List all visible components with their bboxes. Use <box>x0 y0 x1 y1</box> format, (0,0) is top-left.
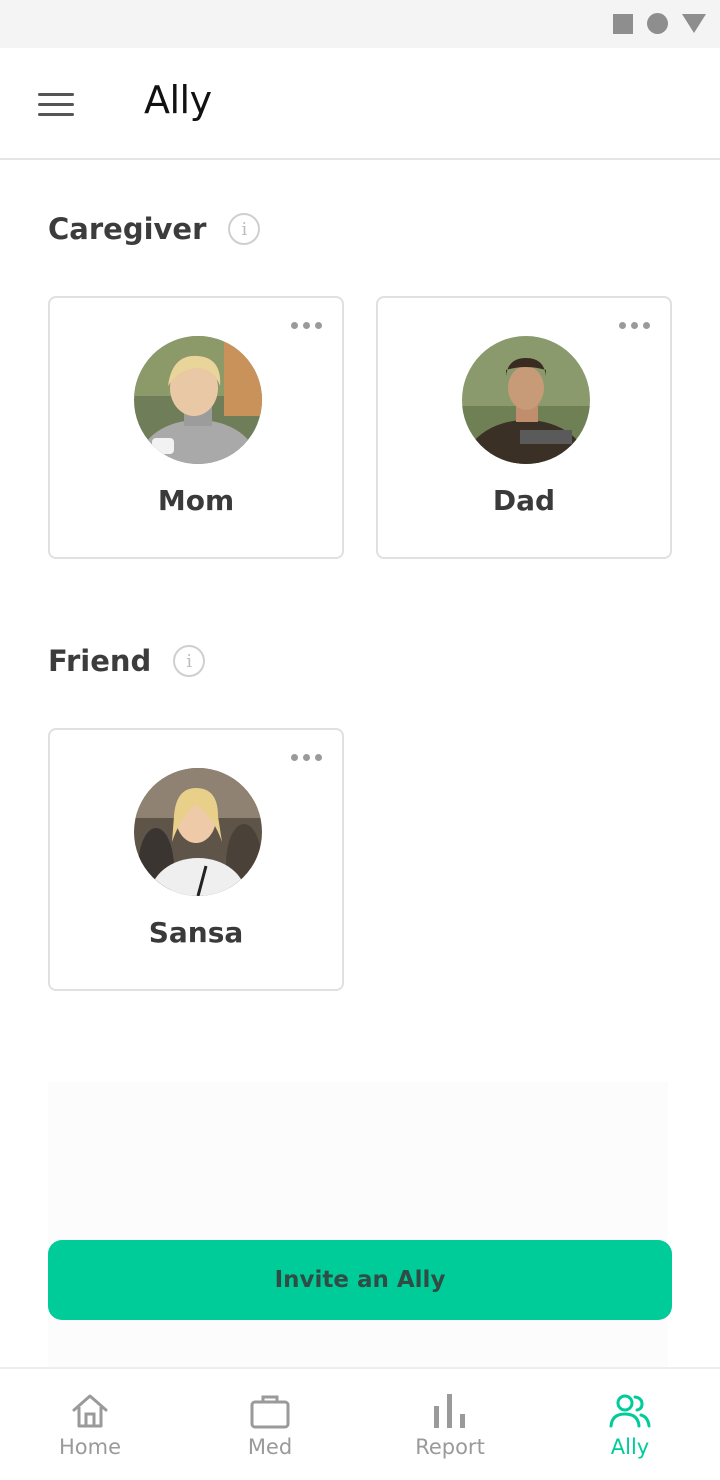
bar-chart-icon <box>428 1391 472 1431</box>
nav-label: Home <box>58 1435 121 1459</box>
avatar <box>134 768 262 896</box>
more-options-icon[interactable] <box>287 318 326 333</box>
ally-card-dad[interactable]: Dad <box>376 296 672 559</box>
section-title-caregiver: Caregiver <box>48 212 207 246</box>
status-icons <box>613 13 706 34</box>
home-icon <box>68 1391 112 1431</box>
info-icon[interactable]: i <box>228 213 261 245</box>
nav-label: Med <box>247 1435 293 1459</box>
ally-card-mom[interactable]: Mom <box>48 296 344 559</box>
avatar <box>462 336 590 464</box>
more-options-icon[interactable] <box>615 318 654 333</box>
more-options-icon[interactable] <box>287 750 326 765</box>
nav-item-home[interactable]: Home <box>0 1369 180 1480</box>
status-bar <box>0 0 720 48</box>
briefcase-icon <box>248 1391 292 1431</box>
nav-label: Report <box>415 1435 485 1459</box>
page-title: Ally <box>144 78 212 122</box>
people-icon <box>608 1391 652 1431</box>
info-icon[interactable]: i <box>173 645 206 677</box>
card-name: Mom <box>157 484 235 517</box>
friend-section-header: Friend i <box>48 644 206 678</box>
card-name: Sansa <box>148 916 244 949</box>
background-panel <box>48 1082 668 1368</box>
ally-card-sansa[interactable]: Sansa <box>48 728 344 991</box>
section-title-friend: Friend <box>48 644 152 678</box>
app-bar: Ally <box>0 48 720 160</box>
bottom-nav: Home Med Report Ally <box>0 1367 720 1480</box>
nav-label: Ally <box>610 1435 650 1459</box>
nav-item-ally[interactable]: Ally <box>540 1369 720 1480</box>
avatar <box>134 336 262 464</box>
triangle-icon <box>682 14 706 33</box>
nav-item-med[interactable]: Med <box>180 1369 360 1480</box>
stop-icon <box>613 13 633 34</box>
hamburger-menu-icon[interactable] <box>34 84 78 124</box>
ally-screen: Ally Caregiver i Mom Dad Friend i Sansa … <box>0 0 720 1480</box>
invite-ally-button[interactable]: Invite an Ally <box>48 1240 672 1320</box>
nav-item-report[interactable]: Report <box>360 1369 540 1480</box>
card-name: Dad <box>492 484 556 517</box>
caregiver-section-header: Caregiver i <box>48 212 261 246</box>
circle-icon <box>647 13 668 34</box>
